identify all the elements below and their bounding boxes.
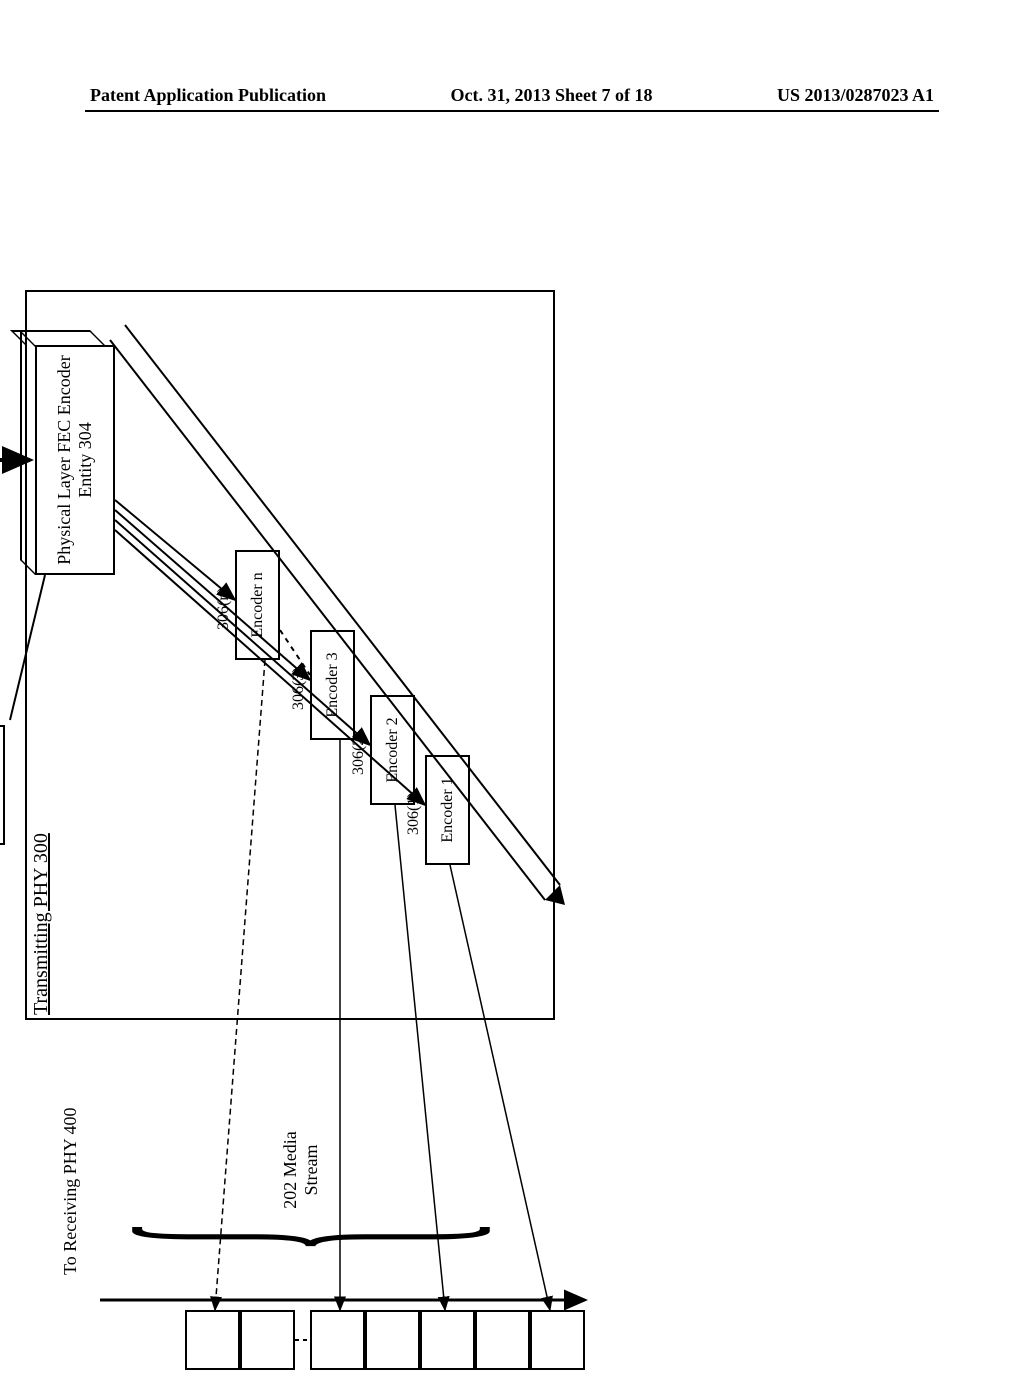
media-frame-5 xyxy=(420,1310,475,1370)
encoder-n-label: 306(n) xyxy=(215,587,233,630)
encoder-2-label: 306(2) xyxy=(350,732,368,775)
media-frame-3 xyxy=(310,1310,365,1370)
encoder-2-box: Encoder 2 xyxy=(370,695,415,805)
header-center: Oct. 31, 2013 Sheet 7 of 18 xyxy=(451,85,653,106)
patent-header: Patent Application Publication Oct. 31, … xyxy=(0,85,1024,106)
encoder-1-text: Encoder 1 xyxy=(439,777,457,842)
media-frame-2 xyxy=(240,1310,295,1370)
encoder-2-text: Encoder 2 xyxy=(384,717,402,782)
encoder-n-text: Encoder n xyxy=(249,572,267,637)
encoder-3-text: Encoder 3 xyxy=(324,652,342,717)
encoder-1-label: 306(1) xyxy=(405,792,423,835)
encoder-n-box: Encoder n xyxy=(235,550,280,660)
encoder-3-box: Encoder 3 xyxy=(310,630,355,740)
phy-encoder-text: Physical Layer FEC Encoder Entity 304 xyxy=(54,347,96,573)
media-stream-label: 202 Media Stream xyxy=(280,1110,322,1230)
encoder-1-box: Encoder 1 xyxy=(425,755,470,865)
header-right: US 2013/0287023 A1 xyxy=(777,85,934,106)
phy-encoder-3d-top xyxy=(20,330,35,575)
figure-3: Fig. 3 Hint Track 214 Frame Tags 216 Une… xyxy=(0,270,1020,1050)
header-left: Patent Application Publication xyxy=(90,85,326,106)
encoder-3-label: 306(3) xyxy=(290,667,308,710)
media-frame-6 xyxy=(475,1310,530,1370)
phy-encoder-3d-right xyxy=(10,330,105,345)
media-frame-7 xyxy=(530,1310,585,1370)
transmitting-phy-label: Transmitting PHY 300 xyxy=(30,833,53,1015)
media-frame-4 xyxy=(365,1310,420,1370)
media-frame-1 xyxy=(185,1310,240,1370)
physical-layer-fec-encoder-box: Physical Layer FEC Encoder Entity 304 xyxy=(35,345,115,575)
header-divider xyxy=(85,110,939,112)
frame-tags-box: Frame Tags 216 xyxy=(0,725,5,845)
